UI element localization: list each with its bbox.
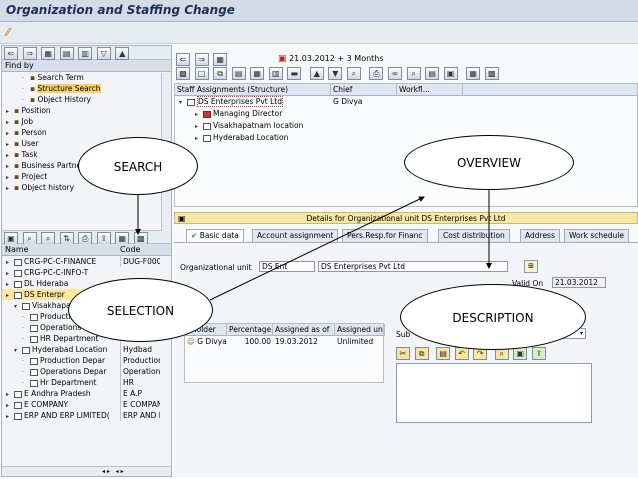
callout-selection: SELECTION bbox=[68, 278, 213, 342]
callout-overview: OVERVIEW bbox=[404, 135, 574, 190]
callout-description: DESCRIPTION bbox=[400, 284, 586, 350]
annotation-overlay bbox=[135, 188, 492, 301]
selection-arrow bbox=[209, 196, 425, 301]
callout-search: SEARCH bbox=[78, 137, 198, 195]
